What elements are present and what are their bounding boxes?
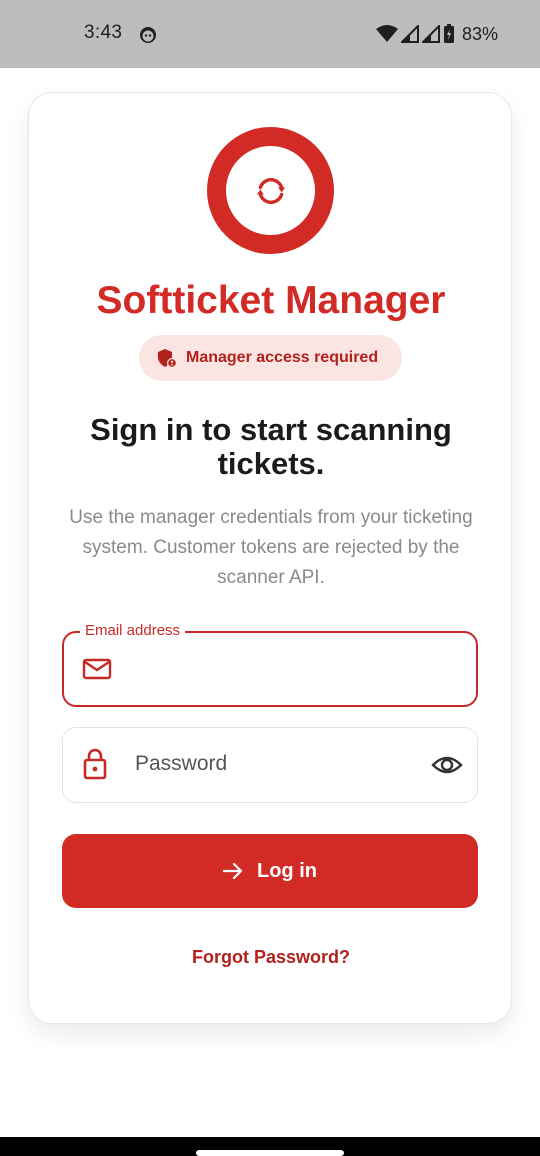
access-badge: Manager access required (139, 335, 402, 381)
login-button[interactable]: Log in (62, 834, 478, 908)
headline: Sign in to start scanning tickets. (90, 412, 452, 481)
shield-user-icon (158, 349, 177, 368)
email-label: Email address (80, 621, 186, 641)
face-icon (140, 27, 156, 43)
lock-icon (83, 748, 107, 780)
app-title: Softticket Manager (96, 279, 446, 322)
sync-icon (256, 177, 285, 204)
forgot-password-link[interactable]: Forgot Password? (29, 947, 513, 968)
app-logo (207, 127, 334, 254)
home-handle[interactable] (196, 1150, 344, 1156)
status-time: 3:43 (84, 22, 123, 43)
login-card: Softticket Manager Manager access requir… (28, 92, 512, 1024)
eye-icon[interactable] (431, 752, 463, 778)
subtext: Use the manager credentials from your ti… (69, 507, 473, 588)
status-bar: 3:43 83% (0, 0, 540, 68)
email-field[interactable]: Email address (62, 621, 478, 707)
signal-icon (422, 25, 440, 43)
password-field[interactable]: Password (62, 727, 478, 803)
mail-icon (82, 658, 112, 680)
arrow-right-icon (223, 862, 243, 880)
signal-icon (401, 25, 419, 43)
battery-percent: 83% (462, 23, 499, 44)
status-icons: 83% (376, 22, 498, 46)
wifi-icon (376, 25, 398, 42)
badge-text: Manager access required (186, 349, 379, 366)
password-placeholder: Password (135, 752, 228, 775)
login-label: Log in (257, 859, 317, 882)
battery-icon (444, 24, 454, 43)
navigation-bar (0, 1137, 540, 1156)
